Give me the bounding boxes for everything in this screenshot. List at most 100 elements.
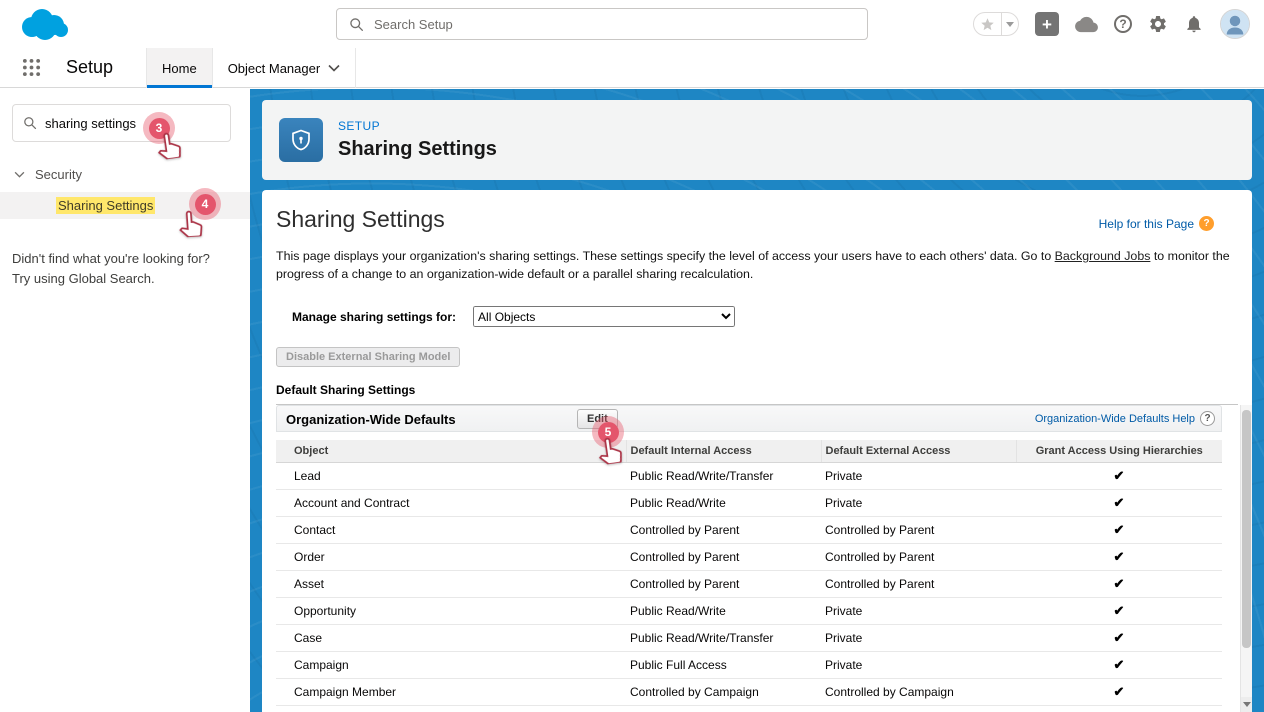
column-header-object: Object <box>276 440 626 463</box>
hierarchy-check-icon: ✔ <box>1016 598 1222 625</box>
manage-sharing-select[interactable]: All Objects <box>473 306 735 327</box>
owd-help-link[interactable]: Organization-Wide Defaults Help <box>1035 413 1195 425</box>
sidebar-section-security[interactable]: Security <box>0 161 250 187</box>
favorites-list-button[interactable] <box>1002 13 1018 35</box>
bell-icon <box>1184 14 1204 34</box>
arrow-down-icon <box>1243 702 1251 707</box>
owd-section-header: Organization-Wide Defaults Edit Organiza… <box>276 405 1222 432</box>
external-access-cell: Controlled by Campaign <box>821 679 1016 706</box>
scrollbar-down-button[interactable] <box>1241 697 1252 712</box>
external-access-cell: Controlled by Parent <box>821 517 1016 544</box>
setup-nav-bar: Setup Home Object Manager <box>0 48 1264 88</box>
header-actions: + ? <box>973 0 1250 48</box>
object-cell: Asset <box>276 571 626 598</box>
global-actions-button[interactable]: + <box>1035 12 1059 36</box>
hierarchy-check-icon: ✔ <box>1016 625 1222 652</box>
tutorial-step-5-marker: 5 <box>592 416 624 448</box>
object-cell: Case <box>276 625 626 652</box>
owd-table: Object Default Internal Access Default E… <box>276 440 1222 712</box>
owd-table-row: OpportunityPublic Read/WritePrivate✔ <box>276 598 1222 625</box>
notifications-button[interactable] <box>1184 14 1204 34</box>
object-cell: Campaign <box>276 652 626 679</box>
app-launcher-icon[interactable] <box>22 58 41 77</box>
internal-access-cell: Controlled by Parent <box>626 571 821 598</box>
sidebar-empty-hint: Didn't find what you're looking for? Try… <box>12 249 232 289</box>
hierarchy-check-icon: ✔ <box>1016 517 1222 544</box>
plus-icon: + <box>1042 16 1052 33</box>
background-jobs-link[interactable]: Background Jobs <box>1055 249 1151 263</box>
help-button[interactable]: ? <box>1114 15 1132 33</box>
default-sharing-settings-heading: Default Sharing Settings <box>276 383 1238 405</box>
hand-cursor-icon <box>590 428 628 466</box>
hierarchy-check-icon: ✔ <box>1016 463 1222 490</box>
owd-table-row: ContactControlled by ParentControlled by… <box>276 517 1222 544</box>
disable-external-sharing-button[interactable]: Disable External Sharing Model <box>276 347 460 367</box>
setup-tabs: Home Object Manager <box>146 48 356 88</box>
cloud-icon <box>1075 15 1098 34</box>
owd-help-question-icon[interactable]: ? <box>1200 411 1215 426</box>
intro-paragraph: This page displays your organization's s… <box>276 247 1240 284</box>
internal-access-cell: Controlled by Parent <box>626 517 821 544</box>
help-question-icon[interactable]: ? <box>1199 216 1214 231</box>
object-cell: Campaign Member <box>276 679 626 706</box>
owd-table-row: LeadPublic Read/Write/TransferPrivate✔ <box>276 463 1222 490</box>
owd-table-row: AssetControlled by ParentControlled by P… <box>276 571 1222 598</box>
vertical-scrollbar <box>1240 405 1252 712</box>
external-access-cell: Private <box>821 463 1016 490</box>
search-icon <box>23 116 37 130</box>
help-for-this-page: Help for this Page ? <box>1099 216 1214 231</box>
sharing-settings-icon-box <box>279 118 323 162</box>
favorites-control <box>973 12 1019 36</box>
external-access-cell: Private <box>821 625 1016 652</box>
tutorial-step-4-marker: 4 <box>189 188 221 220</box>
object-cell: Contact <box>276 517 626 544</box>
internal-access-cell: Public Read/Write <box>626 490 821 517</box>
external-access-cell: Controlled by Parent <box>821 544 1016 571</box>
global-search-box <box>336 8 868 40</box>
setup-content-band: SETUP Sharing Settings Sharing Settings … <box>250 89 1264 712</box>
owd-table-row: Campaign MemberControlled by CampaignCon… <box>276 679 1222 706</box>
salesforce-logo-icon[interactable] <box>16 5 72 43</box>
global-search-input[interactable] <box>374 17 867 32</box>
guidance-center-button[interactable] <box>1075 15 1098 34</box>
hierarchy-check-icon: ✔ <box>1016 544 1222 571</box>
help-for-this-page-link[interactable]: Help for this Page <box>1099 217 1194 231</box>
tab-object-manager[interactable]: Object Manager <box>213 48 357 88</box>
column-header-internal-access: Default Internal Access <box>626 440 821 463</box>
setup-gear-button[interactable] <box>1148 14 1168 34</box>
sharing-settings-card: Sharing Settings Help for this Page ? Th… <box>262 190 1252 712</box>
app-name-label: Setup <box>66 57 113 78</box>
owd-table-row: UserPublic Read OnlyPrivate✔ <box>276 706 1222 712</box>
setup-sidebar: Security Sharing Settings Didn't find wh… <box>0 89 250 712</box>
quick-find-box <box>12 104 231 142</box>
external-access-cell: Private <box>821 598 1016 625</box>
gear-icon <box>1148 14 1168 34</box>
external-access-cell: Private <box>821 490 1016 517</box>
question-icon: ? <box>1119 17 1126 31</box>
user-avatar[interactable] <box>1220 9 1250 39</box>
tab-home[interactable]: Home <box>146 48 213 88</box>
external-access-cell: Private <box>821 652 1016 679</box>
internal-access-cell: Public Read/Write/Transfer <box>626 625 821 652</box>
salesforce-setup-screen: + ? <box>0 0 1264 712</box>
owd-table-header-row: Object Default Internal Access Default E… <box>276 440 1222 463</box>
object-cell: Lead <box>276 463 626 490</box>
chevron-down-icon <box>328 64 340 72</box>
content-title: Sharing Settings <box>276 206 445 233</box>
manage-sharing-row: Manage sharing settings for: All Objects <box>292 306 735 327</box>
object-cell: Account and Contract <box>276 490 626 517</box>
object-cell: Opportunity <box>276 598 626 625</box>
hierarchy-check-icon: ✔ <box>1016 490 1222 517</box>
chevron-down-icon <box>1006 22 1014 27</box>
highlighted-match: Sharing Settings <box>56 197 155 214</box>
scrollbar-thumb[interactable] <box>1242 410 1251 648</box>
internal-access-cell: Controlled by Campaign <box>626 679 821 706</box>
internal-access-cell: Controlled by Parent <box>626 544 821 571</box>
column-header-hierarchies: Grant Access Using Hierarchies <box>1016 440 1222 463</box>
external-access-cell: Private <box>821 706 1016 712</box>
favorite-star-icon[interactable] <box>974 13 1002 35</box>
chevron-down-icon <box>14 171 25 178</box>
manage-sharing-label: Manage sharing settings for: <box>292 310 456 324</box>
global-header: + ? <box>0 0 1264 48</box>
object-cell: Order <box>276 544 626 571</box>
